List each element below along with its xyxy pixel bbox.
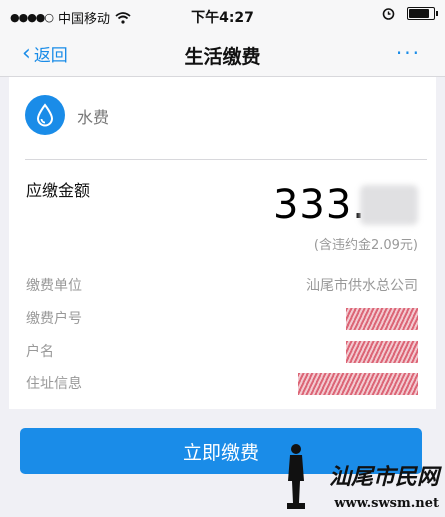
- divider: [25, 159, 427, 160]
- statue-logo-icon: [287, 444, 305, 509]
- detail-row: 缴费单位 汕尾市供水总公司: [26, 275, 418, 297]
- detail-label: 住址信息: [26, 376, 82, 392]
- nav-bar: ‹ 返回 生活缴费 ···: [0, 32, 445, 77]
- amount-value: 333.: [272, 182, 366, 228]
- amount-display: 333.: [273, 182, 418, 228]
- service-name: 水费: [77, 108, 110, 127]
- redacted-scribble: [346, 308, 418, 330]
- more-options-button[interactable]: ···: [396, 41, 421, 65]
- status-bar: ●●●●○ 中国移动 下午4:27: [0, 0, 445, 32]
- detail-row: 缴费户号: [26, 308, 418, 330]
- page-title: 生活缴费: [184, 46, 261, 68]
- detail-value: 汕尾市供水总公司: [306, 278, 418, 294]
- redacted-scribble: [298, 373, 418, 395]
- alarm-icon: [382, 8, 395, 20]
- detail-row: 户名: [26, 341, 418, 363]
- detail-label: 缴费单位: [26, 278, 82, 294]
- amount-label: 应缴金额: [26, 181, 91, 200]
- status-time: 下午4:27: [191, 10, 254, 26]
- battery-icon: [407, 7, 438, 20]
- detail-label: 户名: [26, 344, 54, 360]
- late-fee-note: (含违约金2.09元): [313, 238, 418, 253]
- detail-label: 缴费户号: [26, 311, 82, 327]
- water-drop-icon: [25, 95, 65, 135]
- watermark: 汕尾市民网 www.swsm.net: [281, 437, 439, 513]
- redacted-blur: [360, 185, 418, 225]
- bill-card: 水费 应缴金额 333. (含违约金2.09元) 缴费单位 汕尾市供水总公司 缴…: [9, 77, 436, 409]
- watermark-url: www.swsm.net: [334, 496, 439, 511]
- redacted-scribble: [346, 341, 418, 363]
- detail-row: 住址信息: [26, 373, 418, 395]
- watermark-text: 汕尾市民网: [328, 464, 439, 490]
- service-row: 水费: [9, 77, 436, 159]
